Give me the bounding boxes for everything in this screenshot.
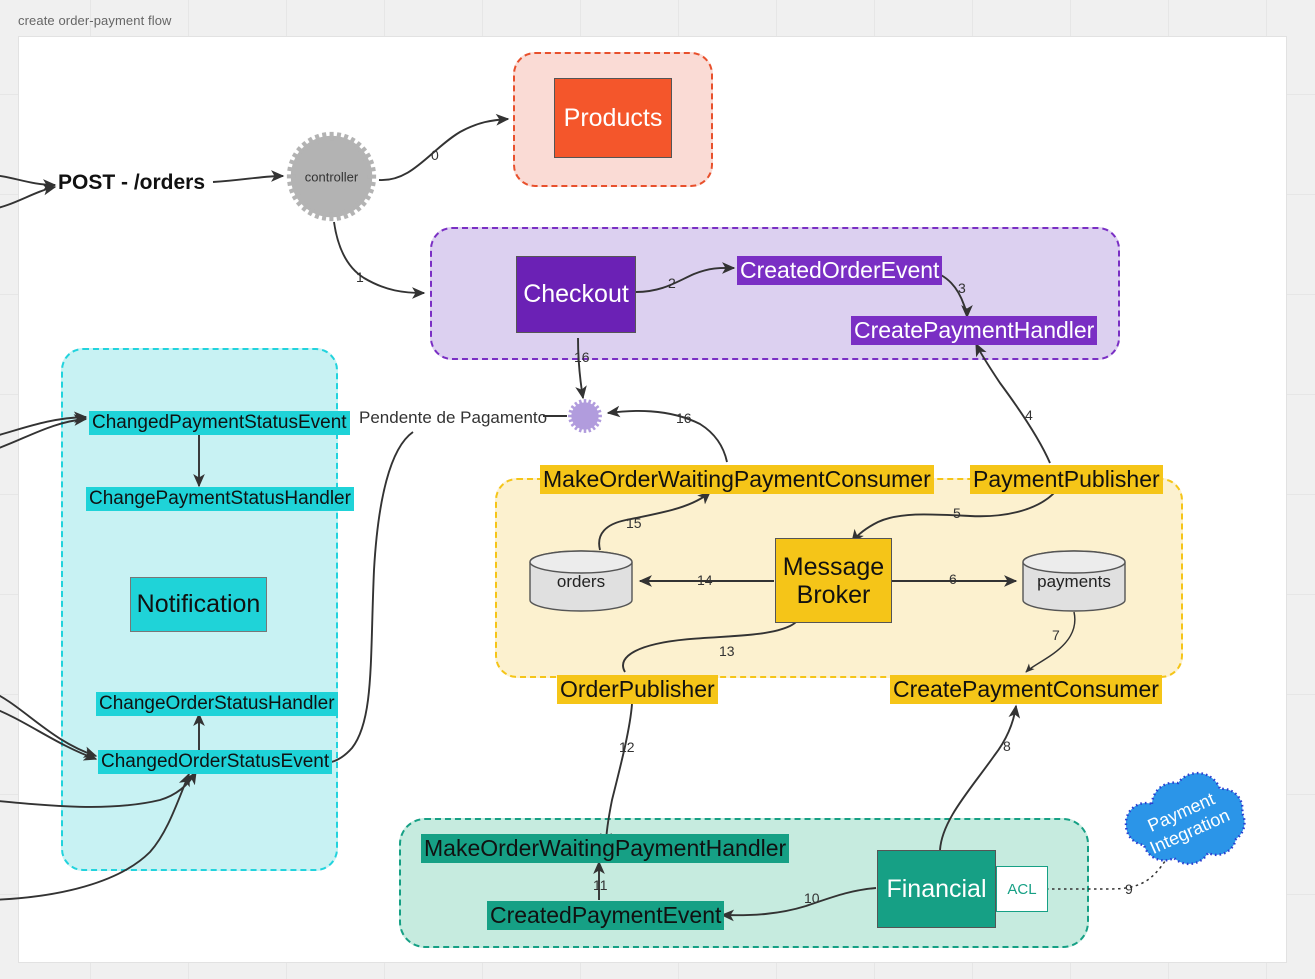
edge-label-10: 10 bbox=[804, 890, 820, 906]
edge-label-7: 7 bbox=[1052, 627, 1060, 643]
changed-order-status-event-label[interactable]: ChangedOrderStatusEvent bbox=[98, 750, 333, 775]
create-payment-consumer-label[interactable]: CreatePaymentConsumer bbox=[890, 675, 1162, 704]
edge-label-1: 1 bbox=[356, 269, 364, 285]
order-publisher-label[interactable]: OrderPublisher bbox=[557, 675, 718, 704]
make-order-waiting-payment-handler-label[interactable]: MakeOrderWaitingPaymentHandler bbox=[421, 834, 790, 863]
edge-label-3: 3 bbox=[958, 280, 966, 296]
post-orders-label: POST - /orders bbox=[58, 171, 206, 194]
changed-payment-status-event-label[interactable]: ChangedPaymentStatusEvent bbox=[89, 411, 350, 436]
created-payment-event-label[interactable]: CreatedPaymentEvent bbox=[487, 901, 725, 930]
payments-database-label: payments bbox=[1037, 572, 1111, 592]
acl-box[interactable]: ACL bbox=[996, 866, 1048, 912]
edge-label-4: 4 bbox=[1025, 407, 1033, 423]
message-broker-box[interactable]: Message Broker bbox=[775, 538, 892, 623]
orders-database[interactable]: orders bbox=[528, 550, 634, 612]
edge-label-5: 5 bbox=[953, 505, 961, 521]
edge-label-0: 0 bbox=[431, 147, 439, 163]
edge-label-13: 13 bbox=[719, 643, 735, 659]
message-broker-label: Message Broker bbox=[782, 552, 885, 609]
edge-label-11: 11 bbox=[593, 877, 608, 893]
financial-box[interactable]: Financial bbox=[877, 850, 996, 928]
edge-label-9: 9 bbox=[1125, 881, 1133, 897]
edge-label-16b: 16 bbox=[676, 410, 692, 426]
checkout-box[interactable]: Checkout bbox=[516, 256, 636, 333]
change-order-status-handler-label[interactable]: ChangeOrderStatusHandler bbox=[96, 692, 338, 717]
change-payment-status-handler-label[interactable]: ChangePaymentStatusHandler bbox=[86, 487, 354, 512]
diagram-title: create order-payment flow bbox=[18, 13, 172, 28]
edge-label-2: 2 bbox=[668, 275, 676, 291]
edge-label-16a: 16 bbox=[574, 349, 590, 365]
orders-database-label: orders bbox=[556, 572, 606, 592]
order-status-gear[interactable] bbox=[567, 398, 603, 434]
edge-label-12: 12 bbox=[619, 739, 635, 755]
payments-database[interactable]: payments bbox=[1021, 550, 1127, 612]
edge-label-8: 8 bbox=[1003, 738, 1011, 754]
make-order-waiting-payment-consumer-label[interactable]: MakeOrderWaitingPaymentConsumer bbox=[540, 465, 934, 494]
edge-label-15: 15 bbox=[626, 515, 642, 531]
notification-box[interactable]: Notification bbox=[130, 577, 267, 632]
create-payment-handler-label[interactable]: CreatePaymentHandler bbox=[851, 316, 1098, 345]
edge-label-6: 6 bbox=[949, 571, 957, 587]
pendente-de-pagamento-label: Pendente de Pagamento bbox=[359, 408, 548, 427]
products-box[interactable]: Products bbox=[554, 78, 672, 158]
payment-integration-cloud[interactable]: Payment Integration bbox=[1108, 764, 1263, 880]
controller-gear[interactable]: controller bbox=[283, 128, 380, 225]
controller-gear-label: controller bbox=[304, 169, 359, 184]
edge-label-14: 14 bbox=[697, 572, 713, 588]
created-order-event-label[interactable]: CreatedOrderEvent bbox=[737, 256, 943, 285]
gear-icon-small bbox=[568, 399, 602, 433]
payment-publisher-label[interactable]: PaymentPublisher bbox=[970, 465, 1163, 494]
